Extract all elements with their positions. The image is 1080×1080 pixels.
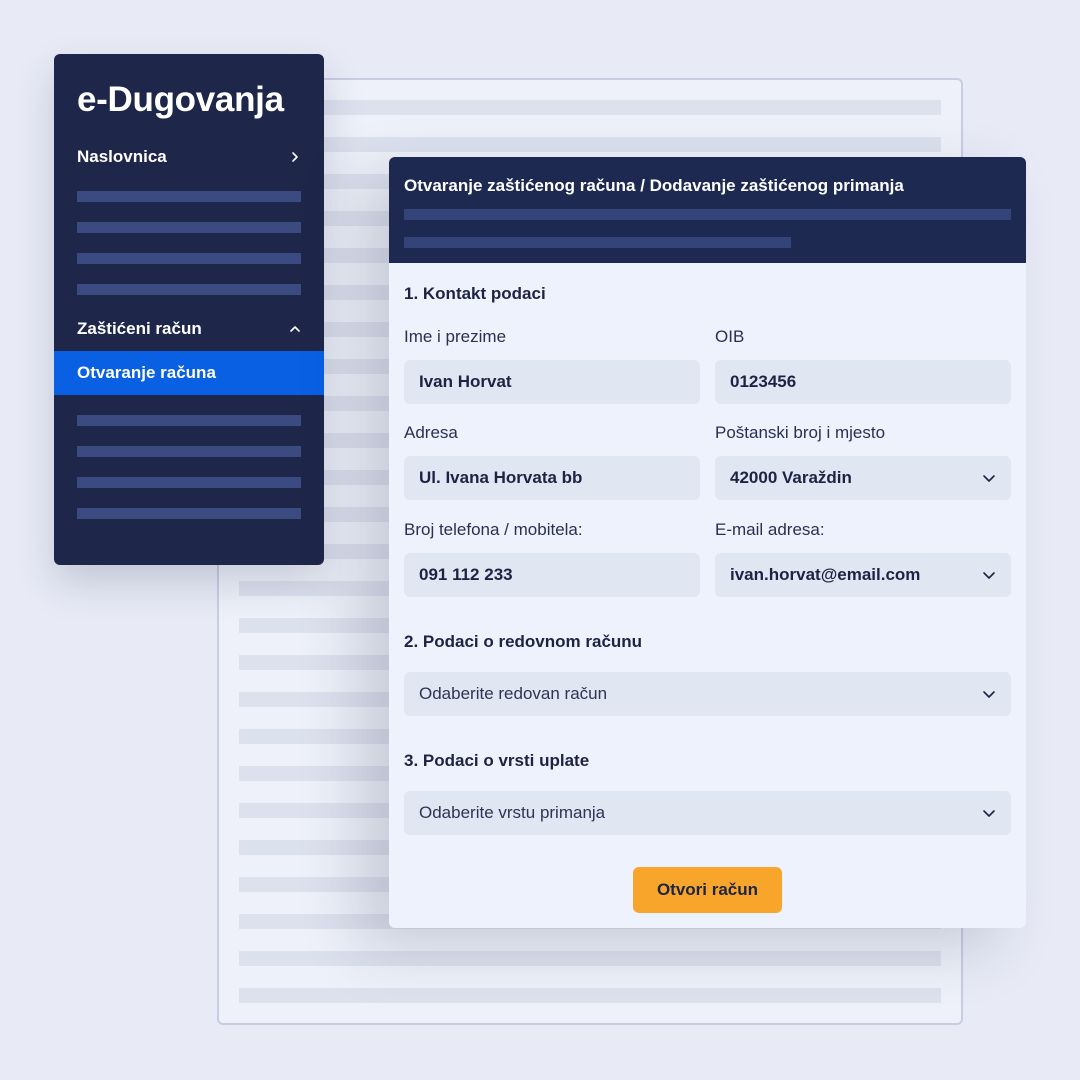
form-card: Otvaranje zaštićenog računa / Dodavanje …: [389, 157, 1026, 928]
chevron-right-icon: [289, 151, 301, 163]
chevron-down-icon: [982, 471, 996, 485]
chevron-up-icon: [289, 323, 301, 335]
account-select[interactable]: Odaberite redovan račun: [404, 672, 1011, 716]
account-placeholder: Odaberite redovan račun: [419, 684, 608, 703]
sidebar-placeholder-line: [77, 284, 301, 295]
sidebar: e-Dugovanja Naslovnica Zaštićeni račun O…: [54, 54, 324, 565]
background-placeholder-line: [324, 100, 941, 115]
app-logo: e-Dugovanja: [77, 80, 284, 119]
form-title: Otvaranje zaštićenog računa / Dodavanje …: [404, 176, 904, 195]
phone-input[interactable]: 091 112 233: [404, 553, 700, 597]
sidebar-item-label: Otvaranje računa: [77, 363, 216, 382]
name-label: Ime i prezime: [404, 327, 507, 346]
section-title-payment: 3. Podaci o vrsti uplate: [404, 751, 590, 770]
address-label: Adresa: [404, 423, 458, 442]
postal-value: 42000 Varaždin: [730, 468, 852, 487]
sidebar-placeholder-line: [77, 191, 301, 202]
email-label: E-mail adresa:: [715, 520, 825, 539]
postal-label: Poštanski broj i mjesto: [715, 423, 886, 442]
sidebar-placeholder-line: [77, 415, 301, 426]
oib-input[interactable]: 0123456: [715, 360, 1011, 404]
sidebar-item-otvaranje-racuna[interactable]: Otvaranje računa: [54, 351, 324, 395]
sidebar-placeholder-line: [77, 446, 301, 457]
payment-type-select[interactable]: Odaberite vrstu primanja: [404, 791, 1011, 835]
address-input[interactable]: Ul. Ivana Horvata bb: [404, 456, 700, 500]
open-account-button[interactable]: Otvori račun: [633, 867, 782, 913]
background-placeholder-line: [239, 988, 941, 1003]
sidebar-item-naslovnica[interactable]: Naslovnica: [77, 144, 301, 170]
payment-placeholder: Odaberite vrstu primanja: [419, 803, 606, 822]
phone-label: Broj telefona / mobitela:: [404, 520, 583, 539]
chevron-down-icon: [982, 568, 996, 582]
sidebar-placeholder-line: [77, 222, 301, 233]
sidebar-placeholder-line: [77, 253, 301, 264]
sidebar-item-label: Naslovnica: [77, 147, 167, 166]
background-placeholder-line: [324, 137, 941, 152]
postal-select[interactable]: 42000 Varaždin: [715, 456, 1011, 500]
sidebar-placeholder-line: [77, 508, 301, 519]
chevron-down-icon: [982, 687, 996, 701]
header-placeholder-line: [404, 209, 1011, 220]
chevron-down-icon: [982, 806, 996, 820]
sidebar-item-zasticeni-racun[interactable]: Zaštićeni račun: [77, 316, 301, 342]
sidebar-placeholder-line: [77, 477, 301, 488]
oib-label: OIB: [715, 327, 745, 346]
card-header: Otvaranje zaštićenog računa / Dodavanje …: [389, 157, 1026, 263]
background-placeholder-line: [239, 951, 941, 966]
header-placeholder-line: [404, 237, 791, 248]
section-title-contact: 1. Kontakt podaci: [404, 284, 546, 303]
email-select[interactable]: ivan.horvat@email.com: [715, 553, 1011, 597]
email-value: ivan.horvat@email.com: [730, 565, 921, 584]
sidebar-item-label: Zaštićeni račun: [77, 319, 202, 338]
section-title-account: 2. Podaci o redovnom računu: [404, 632, 643, 651]
name-input[interactable]: Ivan Horvat: [404, 360, 700, 404]
